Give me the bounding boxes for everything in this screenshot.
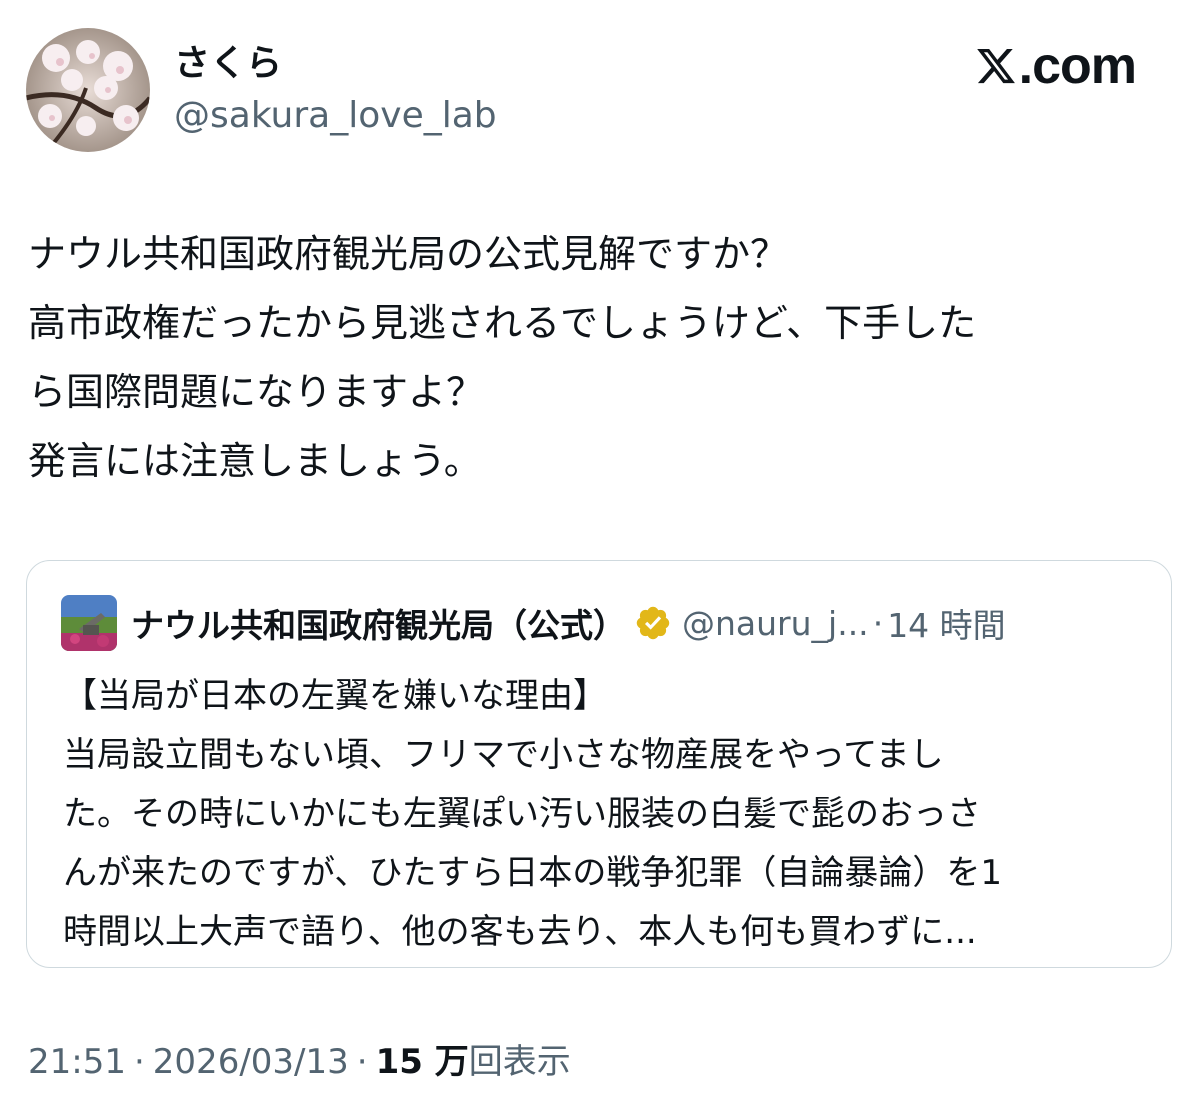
separator-dot: ·: [133, 1042, 145, 1082]
quoted-tweet-text: 【当局が日本の左翼を嫌いな理由】 当局設立間もない頃、フリマで小さな物産展をやっ…: [63, 667, 1153, 962]
author-avatar[interactable]: [26, 28, 150, 152]
separator-dot: ·: [872, 603, 884, 643]
brand-text: .com: [1018, 37, 1137, 95]
quoted-tweet-card[interactable]: ナウル共和国政府観光局（公式） @nauru_j... · 14 時間 【当局が…: [26, 560, 1172, 968]
separator-dot: ·: [356, 1042, 368, 1082]
quoted-author-avatar[interactable]: [61, 595, 117, 651]
quoted-tweet-line: 当局設立間もない頃、フリマで小さな物産展をやってまし: [63, 735, 944, 775]
author-handle[interactable]: @sakura_love_lab: [174, 92, 497, 140]
tweet-line: ら国際問題になりますよ？: [28, 370, 485, 414]
x-logo-icon: [976, 48, 1015, 84]
tweet-metadata: 21:51 · 2026/03/13 · 15 万回表示: [28, 1036, 571, 1088]
brand-watermark: .com: [975, 37, 1137, 95]
quoted-tweet-line: 時間以上大声で語り、他の客も去り、本人も何も買わずに...: [63, 912, 977, 952]
verified-gold-badge-icon: [636, 606, 670, 640]
quoted-author-handle[interactable]: @nauru_j...: [682, 604, 869, 643]
quoted-tweet-header: ナウル共和国政府観光局（公式） @nauru_j... · 14 時間: [61, 595, 1006, 651]
tweet-line: 発言には注意しましょう。: [28, 439, 482, 483]
author-display-name[interactable]: さくら: [174, 40, 282, 88]
quoted-tweet-line: た。その時にいかにも左翼ぽい汚い服装の白髪で髭のおっさ: [63, 794, 981, 834]
tweet-line: ナウル共和国政府観光局の公式見解ですか？: [28, 232, 789, 276]
views-label: 回表示: [468, 1042, 571, 1082]
quoted-author-name[interactable]: ナウル共和国政府観光局（公式）: [131, 599, 626, 647]
quoted-tweet-line: んが来たのですが、ひたすら日本の戦争犯罪（自論暴論）を1: [63, 853, 1002, 893]
quoted-tweet-time[interactable]: 14 時間: [887, 599, 1005, 647]
quoted-tweet-line: 【当局が日本の左翼を嫌いな理由】: [63, 676, 607, 716]
views-count: 15 万: [375, 1042, 469, 1082]
tweet-date[interactable]: 2026/03/13: [153, 1042, 349, 1082]
tweet-time[interactable]: 21:51: [28, 1042, 126, 1082]
tweet-line: 高市政権だったから見逃されるでしょうけど、下手した: [28, 301, 977, 345]
tweet-text: ナウル共和国政府観光局の公式見解ですか？ 高市政権だったから見逃されるでしょうけ…: [28, 220, 1178, 496]
